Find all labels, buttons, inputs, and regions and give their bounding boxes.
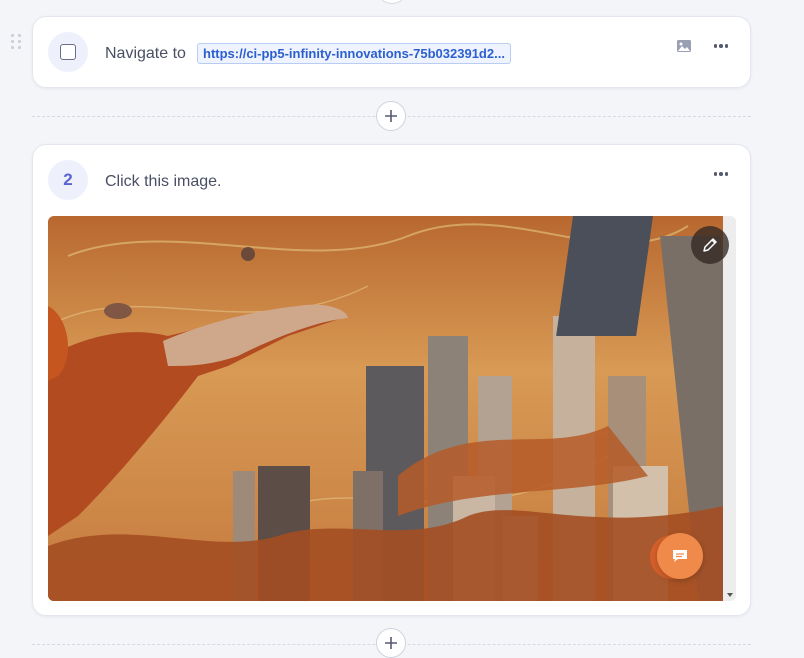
edit-image-button[interactable] [691,226,729,264]
step-text: Click this image. [105,173,222,190]
more-options-icon[interactable] [712,37,730,55]
add-step-button-top[interactable] [376,0,408,4]
pencil-icon [703,238,717,252]
step-card-navigate: Navigate to https://ci-pp5-infinity-inno… [32,16,751,88]
url-link[interactable]: https://ci-pp5-infinity-innovations-75b0… [197,43,511,64]
step-checkbox-badge[interactable] [48,32,88,72]
more-options-icon[interactable] [712,165,730,183]
add-step-button[interactable] [376,628,406,658]
checkbox-icon[interactable] [60,44,76,60]
image-scrollbar[interactable] [723,216,736,601]
plus-icon [385,110,397,122]
image-icon[interactable] [676,38,692,54]
screenshot-artwork [48,216,723,601]
step-card-click: 2 Click this image. [32,144,751,616]
chat-icon [673,550,687,562]
drag-handle-icon[interactable] [11,34,23,50]
step-text: Navigate to [105,45,186,62]
add-step-button[interactable] [376,101,406,131]
chat-support-button[interactable] [650,533,704,581]
step-screenshot-image[interactable] [48,216,736,601]
step-number: 2 [63,170,73,189]
plus-icon [385,637,397,649]
scroll-down-arrow[interactable] [727,593,733,597]
step-number-badge: 2 [48,160,88,200]
